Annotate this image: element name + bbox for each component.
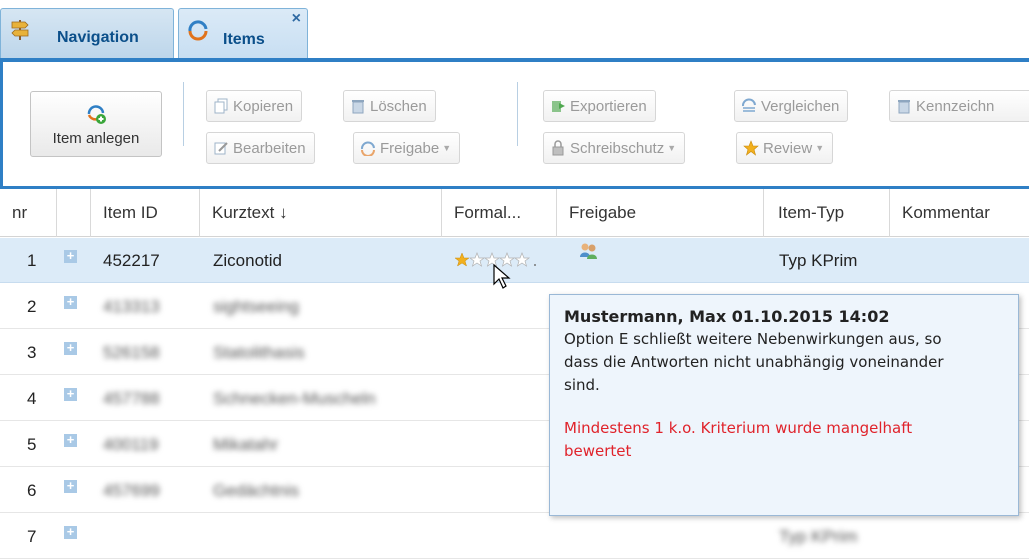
tab-navigation-label: Navigation (57, 29, 139, 46)
row-nr: 4 (27, 389, 37, 408)
column-header-nr[interactable]: nr (0, 189, 57, 237)
compare-icon (742, 98, 756, 112)
mark-icon (898, 100, 910, 114)
row-kurztext: Ziconotid (213, 251, 282, 270)
copy-label: Kopieren (233, 97, 294, 115)
compare-label: Vergleichen (761, 97, 840, 115)
row-kurztext: Schnecken-Muscheln (213, 389, 376, 408)
toolbar: Item anlegen Kopieren Löschen Bearbeiten… (0, 62, 1029, 189)
release-users-icon (579, 232, 599, 277)
signpost-icon (11, 20, 29, 40)
tab-strip: Navigation Items × (0, 0, 1029, 60)
expand-icon[interactable]: + (64, 433, 77, 447)
column-header-freigabe[interactable]: Freigabe (557, 189, 764, 237)
comment-tooltip: Mustermann, Max 01.10.2015 14:02 Option … (549, 294, 1019, 516)
row-nr: 5 (27, 435, 37, 454)
review-dropdown[interactable]: Review ▼ (736, 132, 834, 164)
mouse-cursor-icon (493, 264, 511, 289)
grid-header: nr Item ID Kurztext ↓ Formal... Freigabe… (0, 189, 1029, 237)
row-nr: 2 (27, 297, 37, 316)
row-kurztext: Gedächtnis (213, 481, 299, 500)
tooltip-warning: Mindestens 1 k.o. Kriterium wurde mangel… (564, 419, 913, 437)
row-item-id: 457699 (103, 481, 160, 500)
release-icon (361, 141, 375, 156)
add-item-icon (87, 105, 106, 124)
row-nr: 6 (27, 481, 37, 500)
delete-label: Löschen (370, 97, 427, 115)
release-label: Freigabe (380, 139, 440, 157)
review-label: Review (763, 139, 813, 157)
row-item-id: 413313 (103, 297, 160, 316)
chevron-down-icon: ▼ (442, 143, 452, 153)
export-button[interactable]: Exportieren (543, 90, 656, 122)
tab-items-label: Items (223, 31, 265, 48)
expand-icon[interactable]: + (64, 341, 77, 355)
delete-icon (352, 100, 364, 114)
row-item-id: 457788 (103, 389, 160, 408)
chevron-down-icon: ▼ (667, 143, 677, 153)
edit-icon (214, 142, 228, 155)
create-item-label: Item anlegen (52, 130, 140, 147)
edit-button[interactable]: Bearbeiten (206, 132, 315, 164)
toolbar-separator (517, 82, 518, 146)
column-header-expander (57, 189, 91, 237)
create-item-button[interactable]: Item anlegen (30, 91, 162, 157)
tab-navigation[interactable]: Navigation (0, 8, 174, 60)
toolbar-separator (183, 82, 184, 146)
row-item-id: 452217 (103, 251, 160, 270)
lock-icon (552, 140, 564, 156)
row-kurztext: sightseeing (213, 297, 300, 316)
writeprotect-dropdown[interactable]: Schreibschutz ▼ (543, 132, 686, 164)
row-item-id: 400119 (103, 435, 159, 454)
expand-icon[interactable]: + (64, 249, 77, 263)
column-header-kommentar[interactable]: Kommentar (890, 189, 1029, 237)
close-icon[interactable]: × (292, 11, 301, 27)
edit-label: Bearbeiten (233, 139, 306, 157)
star-icon (743, 140, 759, 156)
column-header-formal[interactable]: Formal... (442, 189, 557, 237)
compare-button[interactable]: Vergleichen (734, 90, 849, 122)
tooltip-line: Option E schließt weitere Nebenwirkungen… (564, 330, 942, 348)
chevron-down-icon: ▼ (815, 143, 825, 153)
mark-label: Kennzeichn (916, 97, 995, 115)
mark-button[interactable]: Kennzeichn (889, 90, 1029, 122)
tooltip-warning: bewertet (564, 442, 632, 460)
items-icon (188, 20, 208, 41)
row-item-typ: Typ KPrim (779, 251, 858, 270)
tooltip-line: sind. (564, 376, 600, 394)
release-dropdown[interactable]: Freigabe ▼ (353, 132, 461, 164)
expand-icon[interactable]: + (64, 295, 77, 309)
row-item-id: 526158 (103, 343, 160, 362)
export-label: Exportieren (570, 97, 647, 115)
export-icon (552, 101, 565, 112)
row-nr: 3 (27, 343, 37, 362)
column-header-item-typ[interactable]: Item-Typ (764, 189, 890, 237)
row-kurztext: Statolithasis (213, 343, 305, 362)
column-header-kurztext[interactable]: Kurztext ↓ (200, 189, 442, 237)
table-row[interactable]: 1 + 452217 Ziconotid Typ KPrim (0, 238, 1029, 283)
writeprotect-label: Schreibschutz (570, 139, 665, 157)
expand-icon[interactable]: + (64, 387, 77, 401)
copy-button[interactable]: Kopieren (206, 90, 303, 122)
expand-icon[interactable]: + (64, 479, 77, 493)
tooltip-line: dass die Antworten nicht unabhängig vone… (564, 353, 944, 371)
tab-items[interactable]: Items × (178, 8, 308, 60)
row-kurztext: Mikatahr (213, 435, 279, 454)
copy-icon (214, 98, 228, 114)
delete-button[interactable]: Löschen (343, 90, 436, 122)
row-nr: 1 (27, 251, 37, 270)
tooltip-header: Mustermann, Max 01.10.2015 14:02 (564, 307, 890, 326)
column-header-item-id[interactable]: Item ID (91, 189, 200, 237)
expand-icon[interactable]: + (64, 525, 77, 539)
